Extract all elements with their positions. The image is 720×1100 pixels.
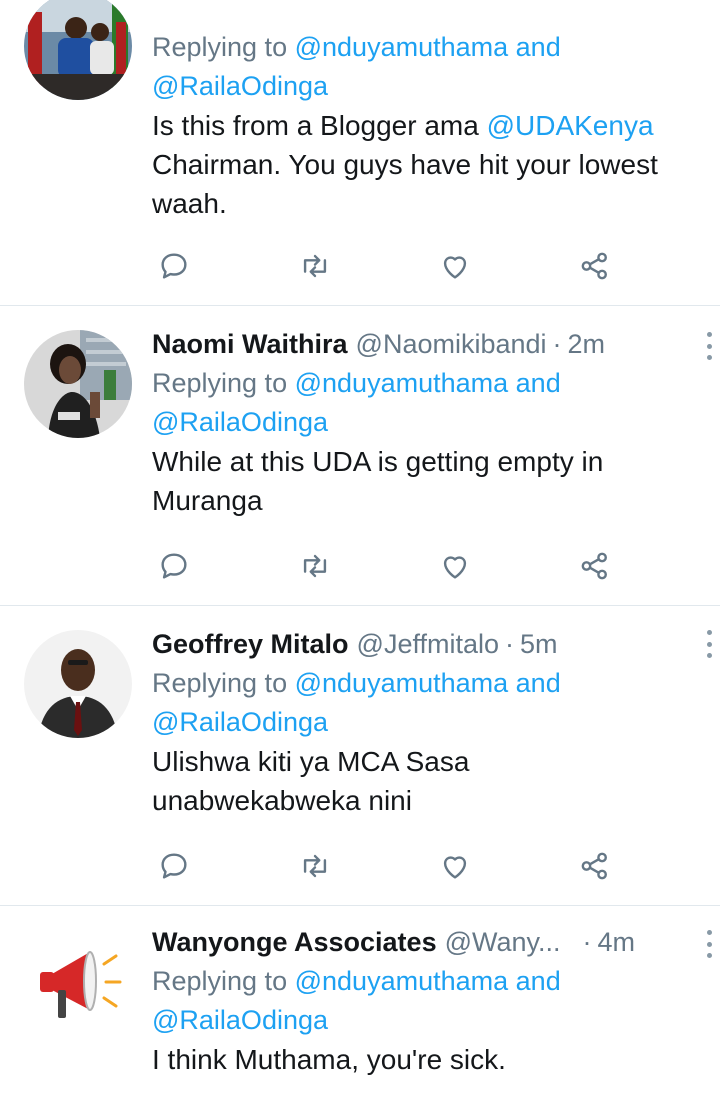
handle[interactable]: @Wany... (445, 927, 561, 958)
more-vertical-icon[interactable] (702, 930, 716, 958)
tweet-actions (152, 846, 632, 886)
mention-link[interactable]: @RailaOdinga (152, 1005, 328, 1035)
handle[interactable]: @Naomikibandi (356, 329, 547, 360)
tweet-2[interactable]: Naomi Waithira @Naomikibandi · 2m Replyi… (0, 306, 720, 606)
reply-icon[interactable] (154, 546, 194, 586)
separator-dot: · (582, 926, 592, 957)
tweet-4[interactable]: Wanyonge Associates @Wany... · 4m Replyi… (0, 906, 720, 1100)
mention-link[interactable]: @UDAKenya (487, 110, 654, 141)
tweet-header: Geoffrey Mitalo @Jeffmitalo · 5m (152, 624, 700, 664)
share-icon[interactable] (575, 546, 615, 586)
tweet-actions (152, 546, 632, 586)
handle[interactable]: @Jeffmitalo (357, 629, 499, 660)
retweet-icon[interactable] (295, 546, 335, 586)
replying-to: Replying to @nduyamuthama and @RailaOdin… (152, 668, 561, 737)
separator-dot: · (505, 628, 514, 659)
heart-icon[interactable] (435, 246, 475, 286)
timestamp[interactable]: 4m (598, 927, 636, 958)
tweet-header: Naomi Waithira @Naomikibandi · 2m (152, 324, 700, 364)
separator-dot: · (552, 328, 562, 359)
timestamp[interactable]: 2m (568, 329, 606, 360)
more-vertical-icon[interactable] (702, 332, 716, 360)
mention-link[interactable]: @nduyamuthama (295, 966, 509, 996)
tweet-text: Ulishwa kiti ya MCA Sasa unabwekabweka n… (152, 746, 470, 816)
heart-icon[interactable] (435, 846, 475, 886)
avatar[interactable] (24, 630, 132, 738)
mention-link[interactable]: @RailaOdinga (152, 407, 328, 437)
share-icon[interactable] (575, 246, 615, 286)
mention-link[interactable]: @RailaOdinga (152, 71, 328, 101)
avatar[interactable] (24, 330, 132, 438)
heart-icon[interactable] (435, 546, 475, 586)
mention-link[interactable]: @nduyamuthama (295, 32, 509, 62)
mention-link[interactable]: @nduyamuthama (295, 368, 509, 398)
retweet-icon[interactable] (295, 246, 335, 286)
tweet-1[interactable]: Replying to @nduyamuthama and @RailaOdin… (0, 0, 720, 306)
replying-to: Replying to @nduyamuthama and @RailaOdin… (152, 966, 561, 1035)
replying-to: Replying to @nduyamuthama and @RailaOdin… (152, 368, 561, 437)
mention-link[interactable]: @nduyamuthama (295, 668, 509, 698)
mention-link[interactable]: @RailaOdinga (152, 707, 328, 737)
avatar[interactable] (24, 928, 132, 1036)
avatar[interactable] (24, 0, 132, 100)
display-name[interactable]: Naomi Waithira (152, 329, 348, 360)
retweet-icon[interactable] (295, 846, 335, 886)
tweet-text: I think Muthama, you're sick. (152, 1044, 506, 1075)
replying-to: Replying to @nduyamuthama and @RailaOdin… (152, 32, 561, 101)
tweet-text: Is this from a Blogger ama @UDAKenya Cha… (152, 110, 658, 219)
reply-icon[interactable] (154, 846, 194, 886)
display-name[interactable]: Geoffrey Mitalo (152, 629, 349, 660)
reply-icon[interactable] (154, 246, 194, 286)
display-name[interactable]: Wanyonge Associates (152, 927, 437, 958)
tweet-header: Wanyonge Associates @Wany... · 4m (152, 922, 700, 962)
tweet-text: While at this UDA is getting empty in Mu… (152, 446, 604, 516)
tweet-3[interactable]: Geoffrey Mitalo @Jeffmitalo · 5m Replyin… (0, 606, 720, 906)
tweet-actions (152, 246, 632, 286)
share-icon[interactable] (575, 846, 615, 886)
more-vertical-icon[interactable] (702, 630, 716, 658)
timestamp[interactable]: 5m (520, 629, 558, 660)
